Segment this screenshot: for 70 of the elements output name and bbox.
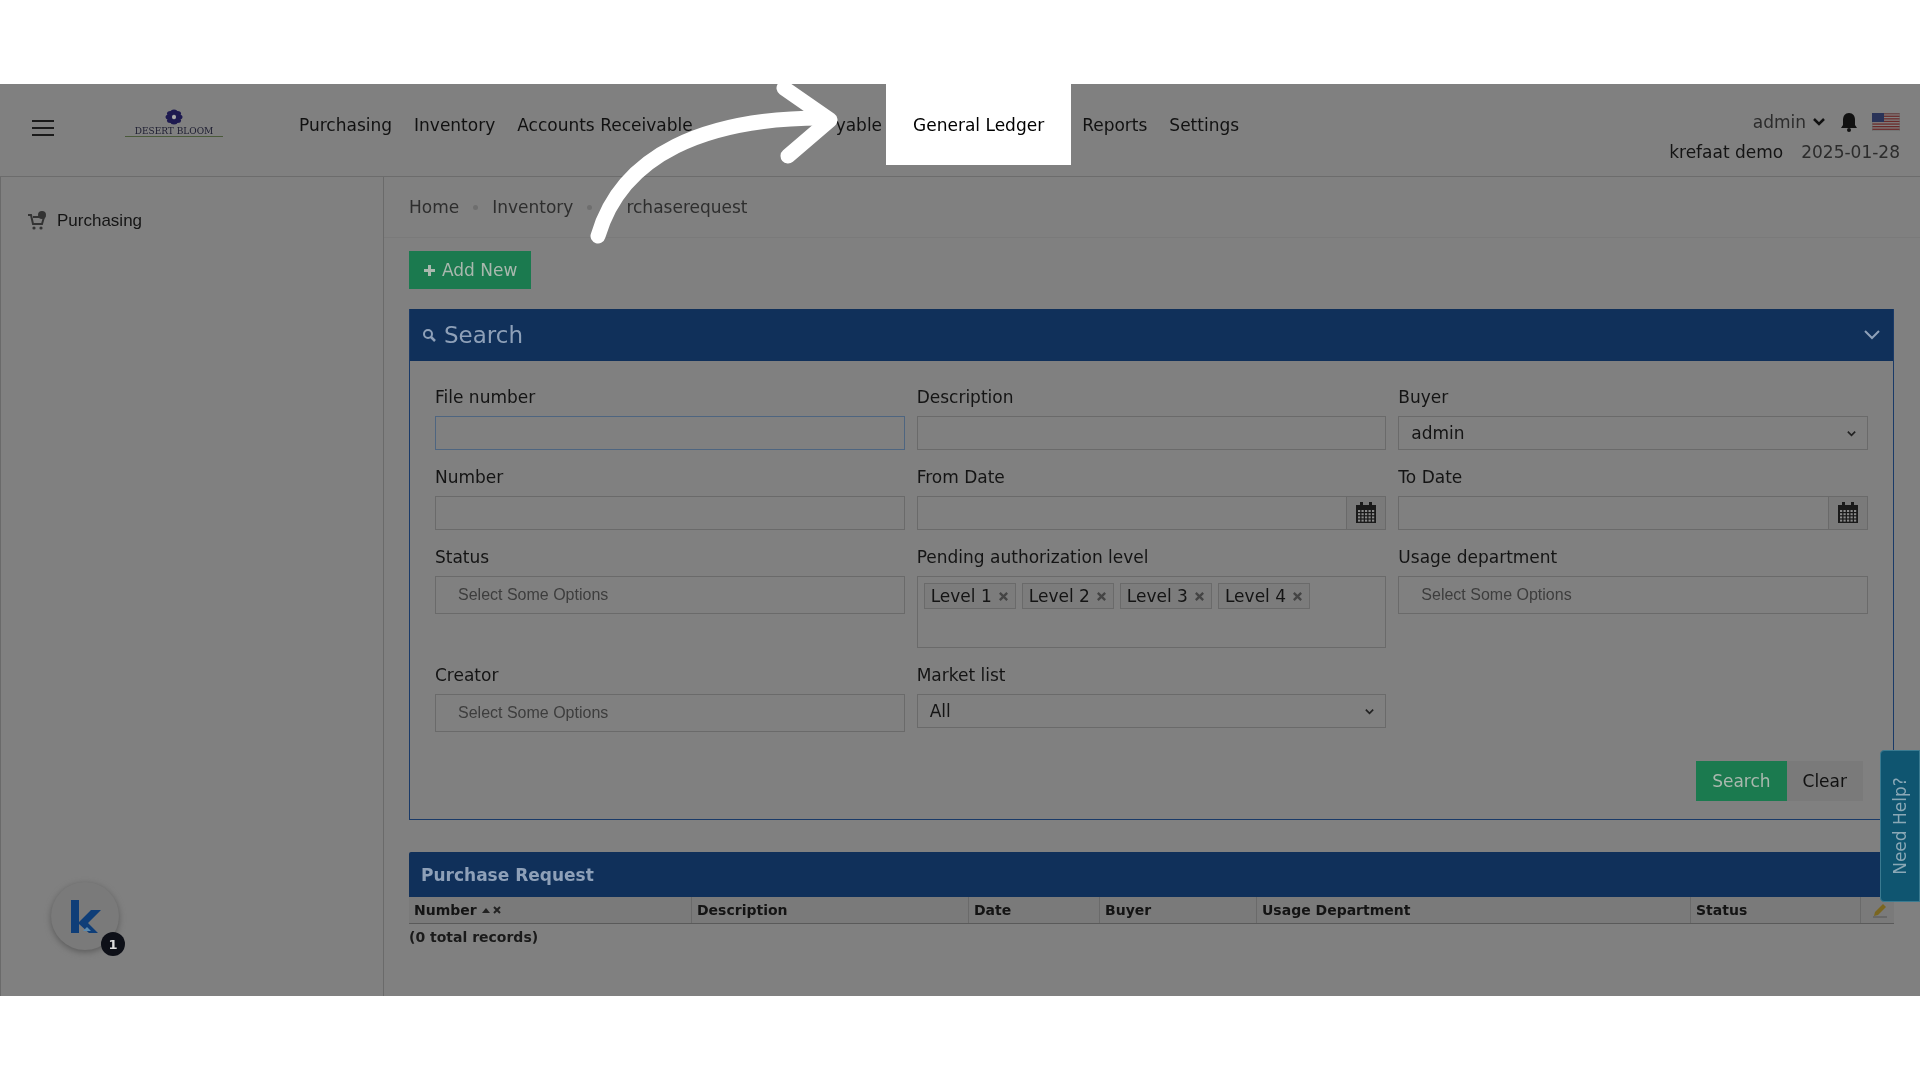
tag-chip[interactable]: Level 4: [1217, 583, 1311, 609]
help-tab[interactable]: Need Help?: [1880, 750, 1920, 902]
chevron-icon[interactable]: [1863, 329, 1881, 341]
field-label: Creator: [435, 665, 500, 685]
field-label: File number: [435, 387, 537, 407]
chat-button[interactable]: [51, 882, 119, 950]
add-new-button[interactable]: Add New: [409, 251, 532, 289]
pencil-icon[interactable]: [1872, 902, 1888, 918]
column-header[interactable]: Number: [409, 897, 692, 923]
column-header[interactable]: Usage Department: [1257, 897, 1691, 923]
menu-icon[interactable]: [32, 119, 54, 137]
dropdown[interactable]: admin: [1398, 416, 1868, 450]
notification-badge: 1: [101, 932, 125, 956]
plus-icon: [423, 263, 436, 277]
field-label: Market list: [916, 665, 1007, 685]
multiselect-field[interactable]: Select Some Options: [1398, 576, 1868, 614]
company-name: krefaat demo: [1669, 142, 1784, 162]
column-header[interactable]: Description: [692, 897, 969, 923]
field-label: From Date: [916, 467, 1006, 487]
date-field[interactable]: [1398, 496, 1868, 530]
close-icon[interactable]: [1292, 590, 1304, 602]
nav-link[interactable]: Inventory: [414, 114, 496, 135]
field-label: Status: [435, 547, 491, 567]
multiselect-field[interactable]: Select Some Options: [435, 576, 905, 614]
flag-icon[interactable]: [1872, 113, 1900, 131]
logo-icon: [68, 898, 102, 934]
multiselect-field[interactable]: Level 1 Level 2 Level 3 Level 4: [916, 576, 1387, 648]
field-label: Usage department: [1398, 547, 1559, 567]
breadcrumb-link[interactable]: Inventory: [492, 197, 574, 217]
search-button[interactable]: Search: [1696, 761, 1787, 801]
sort-icon[interactable]: [480, 905, 503, 915]
multiselect-field[interactable]: Select Some Options: [435, 694, 905, 732]
nav-link[interactable]: Settings: [1169, 114, 1240, 135]
user-menu[interactable]: admin: [1752, 112, 1826, 132]
tag-chip[interactable]: Level 3: [1119, 583, 1212, 609]
logo-text: DESERT BLOOM: [124, 126, 224, 137]
nav-link[interactable]: Accounts Receivable: [517, 114, 693, 135]
date-field[interactable]: [916, 496, 1387, 530]
nav-link[interactable]: Purchasing: [299, 114, 393, 135]
close-icon[interactable]: [997, 590, 1009, 602]
field-label: Number: [435, 467, 505, 487]
column-header[interactable]: Date: [969, 897, 1100, 923]
chevron-icon: [1812, 117, 1826, 127]
bell-icon[interactable]: [1840, 112, 1858, 132]
nav-link[interactable]: Reports: [1082, 114, 1148, 135]
field-label: Description: [916, 387, 1015, 407]
text-field[interactable]: [435, 416, 905, 450]
cart-icon: [27, 211, 47, 231]
tag-chip[interactable]: Level 1: [923, 583, 1016, 609]
date-text: 2025-01-28: [1801, 142, 1900, 162]
close-icon[interactable]: [1193, 590, 1205, 602]
breadcrumb-link[interactable]: Home: [409, 197, 460, 217]
calendar-icon[interactable]: [1837, 502, 1859, 524]
search-icon: [422, 328, 436, 342]
clear-button[interactable]: Clear: [1786, 761, 1863, 801]
dropdown[interactable]: All: [916, 694, 1387, 728]
column-header[interactable]: Buyer: [1100, 897, 1257, 923]
field-label: Buyer: [1398, 387, 1450, 407]
field-label: Pending authorization level: [916, 547, 1150, 567]
panel-title: Search: [444, 322, 524, 348]
calendar-icon[interactable]: [1355, 502, 1378, 524]
close-icon[interactable]: [1095, 590, 1107, 602]
nav-link[interactable]: General Ledger: [886, 84, 1072, 165]
tag-chip[interactable]: Level 2: [1021, 583, 1114, 609]
column-header[interactable]: Status: [1691, 897, 1861, 923]
field-label: To Date: [1398, 467, 1464, 487]
nav-link[interactable]: yable: [835, 114, 883, 135]
sidebar-item[interactable]: Purchasing: [57, 211, 143, 231]
breadcrumb-link[interactable]: rchaserequest: [626, 197, 748, 217]
record-count: (0 total records): [409, 928, 540, 945]
